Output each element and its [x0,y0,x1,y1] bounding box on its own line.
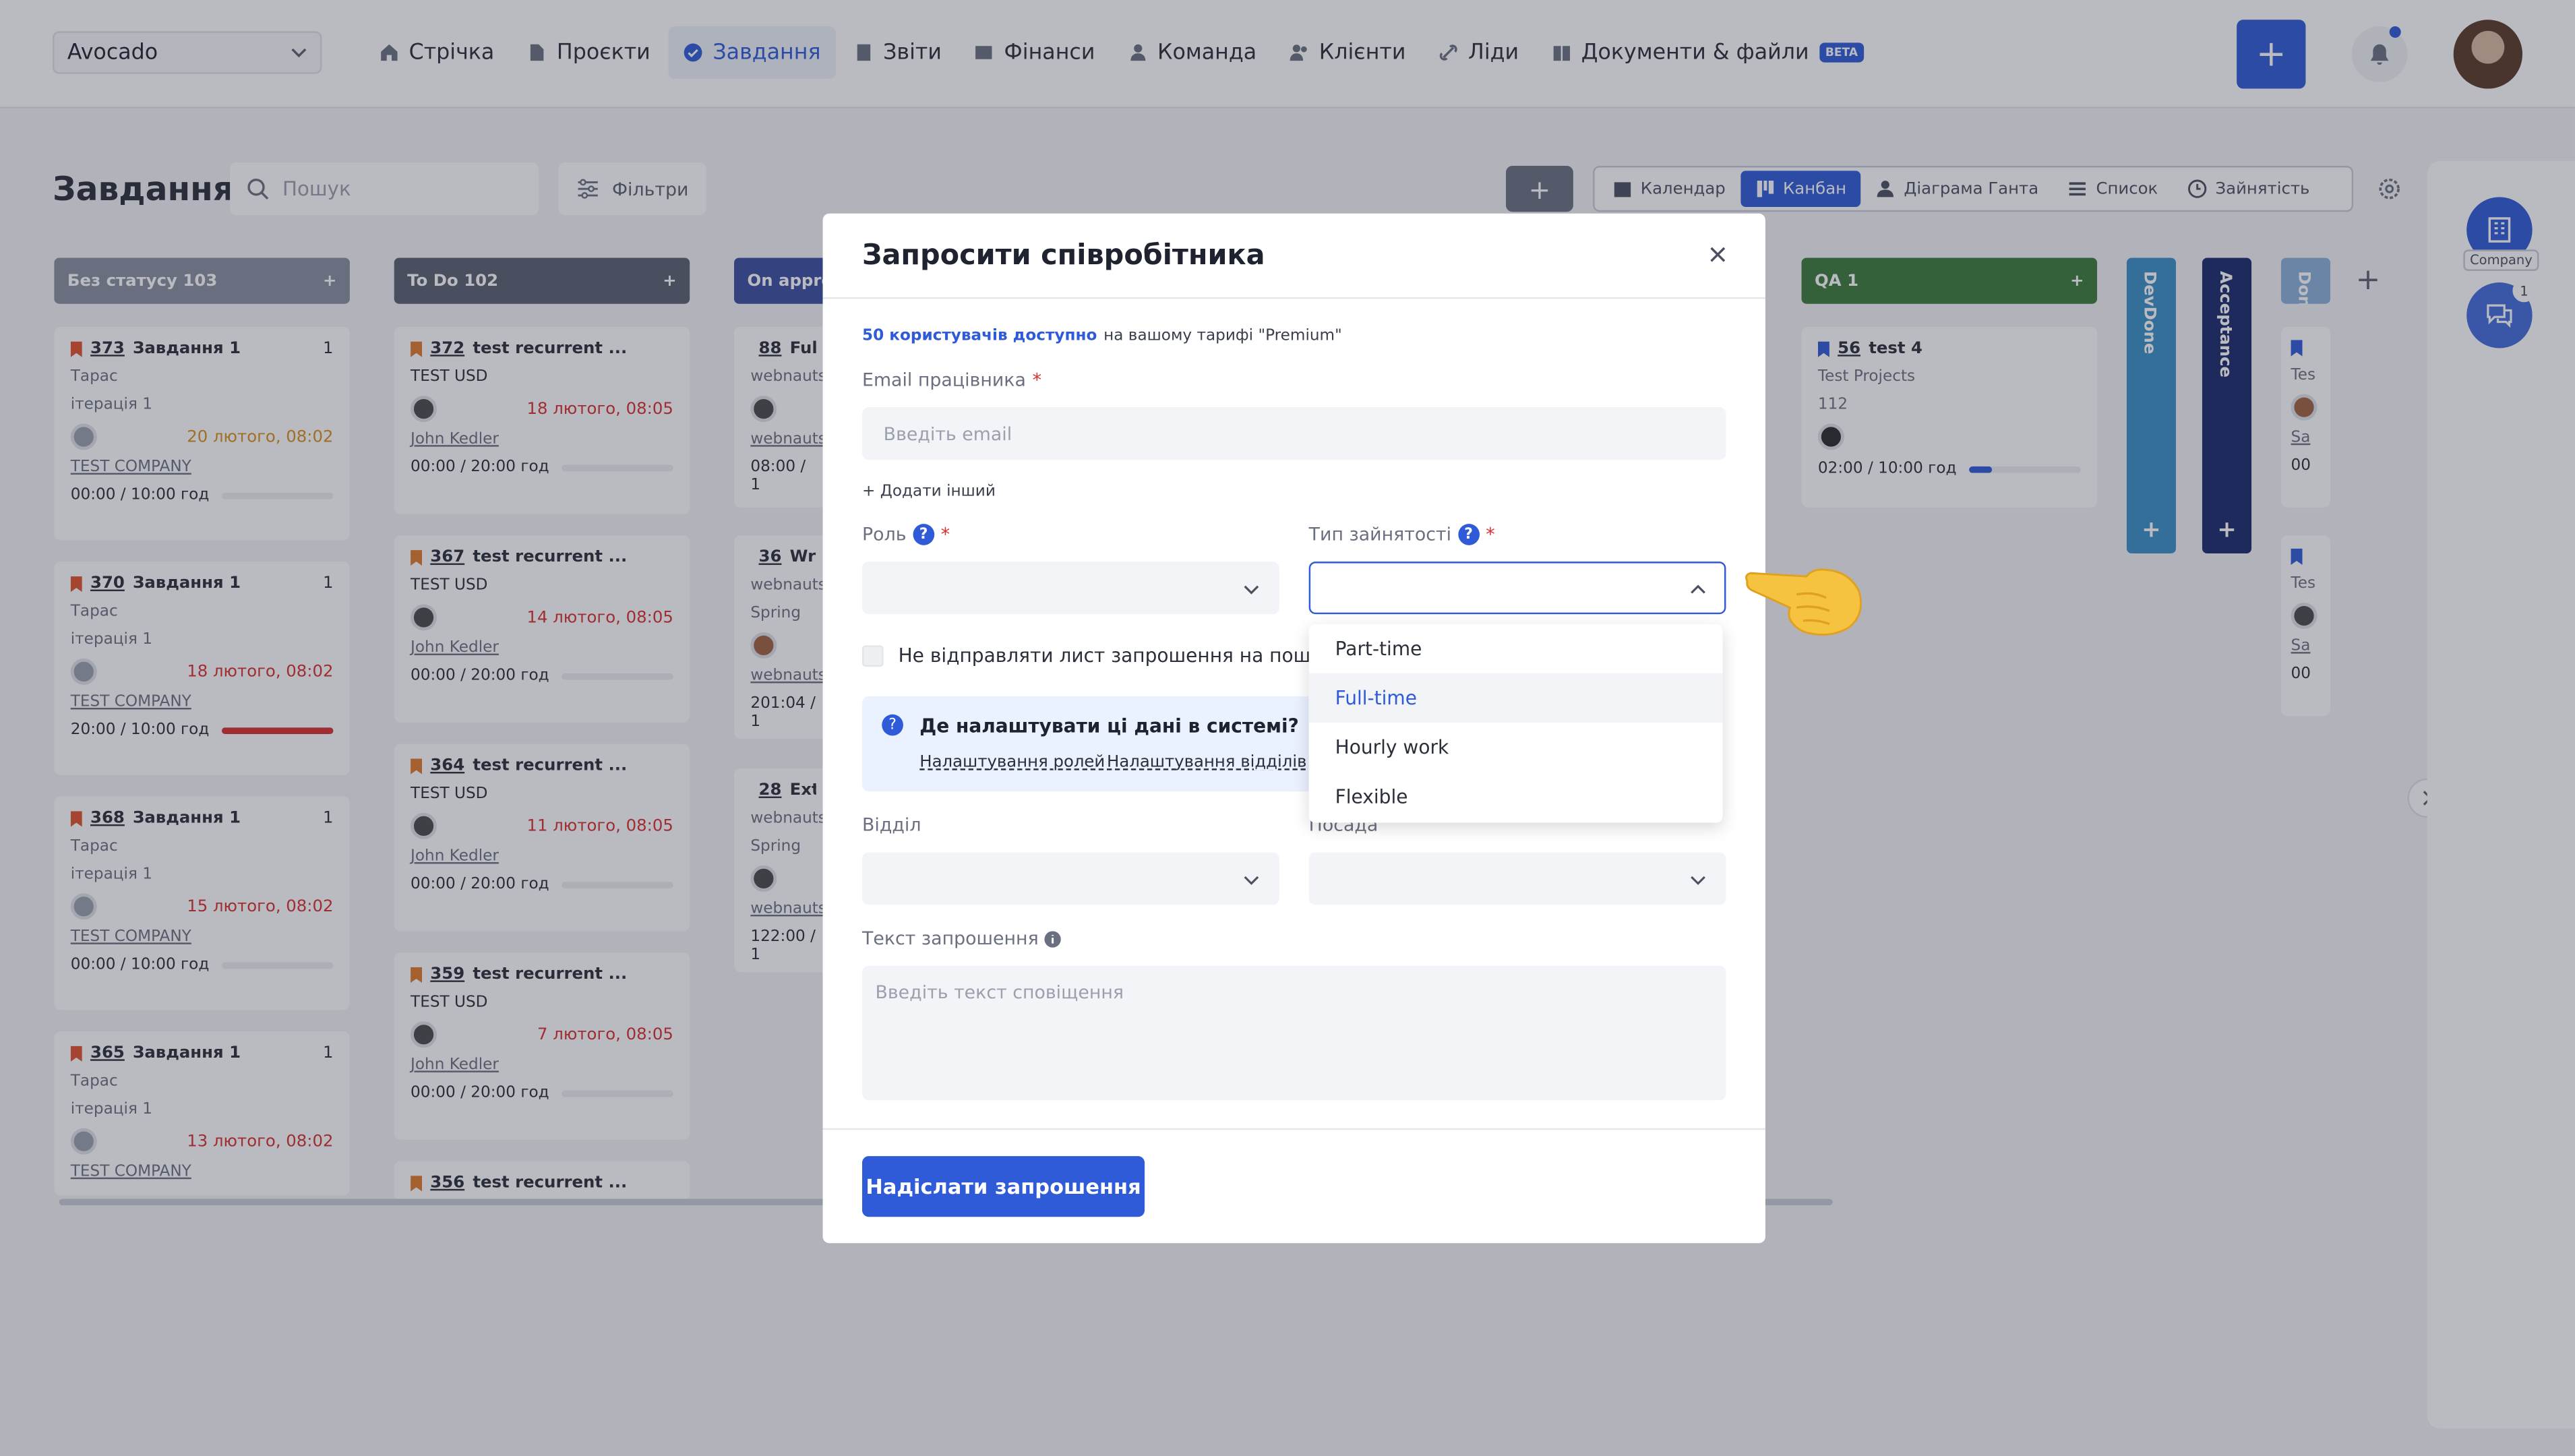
help-icon[interactable]: ? [913,524,934,545]
department-settings-link[interactable]: Налаштування відділів [1107,754,1306,772]
option-part-time[interactable]: Part-time [1309,624,1723,673]
role-settings-link[interactable]: Налаштування ролей [919,754,1105,772]
chevron-down-icon [1244,876,1259,885]
option-hourly-work[interactable]: Hourly work [1309,723,1723,772]
email-field[interactable]: Введіть email [862,407,1726,460]
role-select[interactable] [862,562,1279,615]
divider [822,1128,1765,1130]
pointing-hand-icon [1745,568,1862,636]
info-icon[interactable] [1045,930,1062,947]
role-label: Роль? * [862,524,950,545]
divider [822,297,1765,299]
department-label: Відділ [862,814,921,837]
send-invite-button[interactable]: Надіслати запрошення [862,1156,1145,1217]
question-icon: ? [882,714,903,736]
close-button[interactable] [1708,240,1728,271]
option-flexible[interactable]: Flexible [1309,772,1723,821]
settings-info-box: ? Де налаштувати ці дані в системі? Нала… [862,696,1323,792]
add-other-link[interactable]: + Додати інший [862,483,996,501]
no-email-checkbox-row[interactable]: Не відправляти лист запрошення на пошту [862,644,1333,667]
modal-title: Запросити співробітника [862,239,1265,273]
invite-text-label: Текст запрошення [862,928,1062,949]
close-icon [1710,247,1726,262]
employment-type-label: Тип зайнятості? * [1308,524,1495,545]
employment-type-dropdown: Part-time Full-time Hourly work Flexible [1308,624,1723,823]
chevron-up-icon [1691,584,1705,594]
invite-employee-modal: Запросити співробітника 50 користувачів … [822,213,1765,1244]
option-full-time[interactable]: Full-time [1308,673,1723,723]
no-email-checkbox[interactable] [862,644,884,666]
employment-type-select[interactable] [1308,562,1726,615]
app-root: Avocado Стрічка Проєкти Завдання Звіти Ф… [0,0,2575,1456]
position-select[interactable] [1308,852,1726,905]
quota-link[interactable]: 50 користувачів доступно [862,327,1097,345]
department-select[interactable] [862,852,1279,905]
plan-quota: 50 користувачів доступно на вашому тарифі… [862,326,1342,345]
email-label: Email працівника * [862,369,1042,391]
help-icon[interactable]: ? [1457,524,1480,545]
chevron-down-icon [1244,585,1259,595]
chevron-down-icon [1691,876,1705,885]
invite-text-area[interactable]: Введіть текст сповіщення [862,965,1726,1101]
